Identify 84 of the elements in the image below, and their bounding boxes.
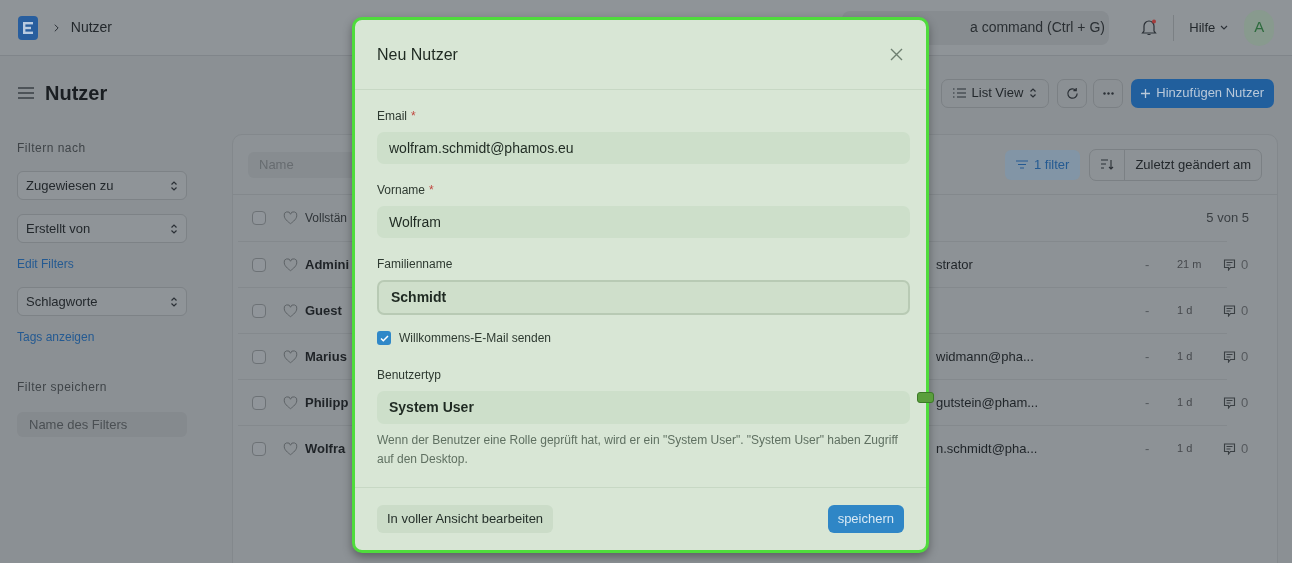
chevron-down-icon [1220,25,1229,30]
sidebar-heading: Filtern nach [17,140,87,157]
row-checkbox[interactable] [252,349,266,364]
refresh-icon [1065,86,1079,100]
breadcrumb-link[interactable]: Nutzer [70,17,112,38]
help-text: Wenn der Benutzer eine Rolle geprüft hat, wird er ein "System User". "System User" haben Zugriff auf den Desktop. [377,432,899,468]
text-field[interactable]: Schmidt [377,280,910,315]
more-icon [1102,91,1114,95]
bell-icon[interactable] [1141,19,1158,36]
comment-icon [1223,396,1236,409]
chevron-updown-icon [170,295,178,308]
sort-control[interactable]: Zuletzt geändert am [1089,148,1262,181]
table-cell-text: - [1145,439,1151,458]
field-label: Familienname [377,256,453,273]
check-icon [379,334,389,342]
comment-icon [1223,350,1236,363]
help-menu[interactable]: Hilfe [1189,17,1229,38]
chevron-right-icon [53,22,59,33]
heart-icon[interactable] [283,349,298,364]
view-switcher[interactable]: List View [940,78,1050,108]
field-label: Benutzertyp [377,367,443,384]
checkbox[interactable] [377,331,391,345]
comment-icon [1223,442,1236,455]
more-button[interactable] [1093,78,1124,108]
app-logo[interactable] [18,15,38,40]
refresh-button[interactable] [1057,78,1088,108]
modified-time: 21 m [1177,257,1203,273]
sort-icon[interactable] [1100,159,1114,170]
text-field[interactable]: Wolfram [377,206,910,238]
comment-icon [1223,304,1236,317]
filter-select[interactable]: Erstellt von [17,214,187,243]
list-icon [952,88,966,98]
row-checkbox[interactable] [252,303,266,318]
table-cell-text: - [1145,393,1151,412]
filter-icon [1015,160,1028,169]
heart-icon[interactable] [283,257,298,272]
table-cell: gutstein@pham... [936,394,1039,410]
sidebar-heading: Filter speichern [17,379,109,396]
table-cell: n.schmidt@pha... [936,440,1038,456]
comment-icon [1223,258,1236,271]
row-checkbox[interactable] [252,395,266,410]
dialog-title: Neu Nutzer [377,44,458,65]
required-mark: * [429,182,434,199]
heart-icon[interactable] [283,395,298,410]
resize-handle[interactable] [917,392,934,403]
plus-icon [1141,88,1151,98]
heart-icon[interactable] [283,303,298,318]
modified-time: 1 d [1177,441,1194,457]
field-label: Email [377,108,407,125]
modified-time: 1 d [1177,303,1194,319]
user-type-select[interactable]: System User [377,391,910,424]
heart-icon[interactable] [283,441,298,456]
chevron-updown-icon [170,179,178,192]
close-button[interactable] [888,46,904,63]
heart-icon[interactable] [283,211,298,225]
column-header: Vollstän [305,210,348,227]
row-checkbox[interactable] [252,257,266,272]
table-cell: strator [936,256,973,272]
record-count: 5 von 5 [1206,209,1249,228]
tags-select[interactable]: Schlagworte [17,287,187,316]
required-mark: * [411,108,416,125]
chevron-updown-icon [1029,87,1038,99]
row-checkbox[interactable] [252,211,266,225]
full-view-button[interactable]: In voller Ansicht bearbeiten [377,505,554,533]
table-cell-text: - [1145,347,1151,366]
add-user-button[interactable]: Hinzufügen Nutzer [1131,78,1274,108]
close-icon [889,48,903,61]
page-title: Nutzer [45,81,108,106]
table-cell-text: - [1145,255,1151,274]
checkbox-label: Willkommens-E-Mail senden [399,330,552,347]
filter-select[interactable]: Zugewiesen zu [17,171,187,200]
logo-mark-icon [22,21,33,34]
table-cell-text: - [1145,301,1151,320]
field-label: Vorname [377,182,426,199]
row-checkbox[interactable] [252,441,266,456]
modified-time: 1 d [1177,395,1194,411]
text-field[interactable]: wolfram.schmidt@phamos.eu [377,132,910,164]
save-button[interactable]: speichern [827,505,904,533]
modified-time: 1 d [1177,349,1194,365]
sort-label[interactable]: Zuletzt geändert am [1125,154,1261,175]
chevron-updown-icon [170,222,178,235]
table-cell: widmann@pha... [936,348,1034,364]
filter-name-input[interactable]: Name des Filters [17,412,187,437]
menu-icon[interactable] [18,87,34,99]
